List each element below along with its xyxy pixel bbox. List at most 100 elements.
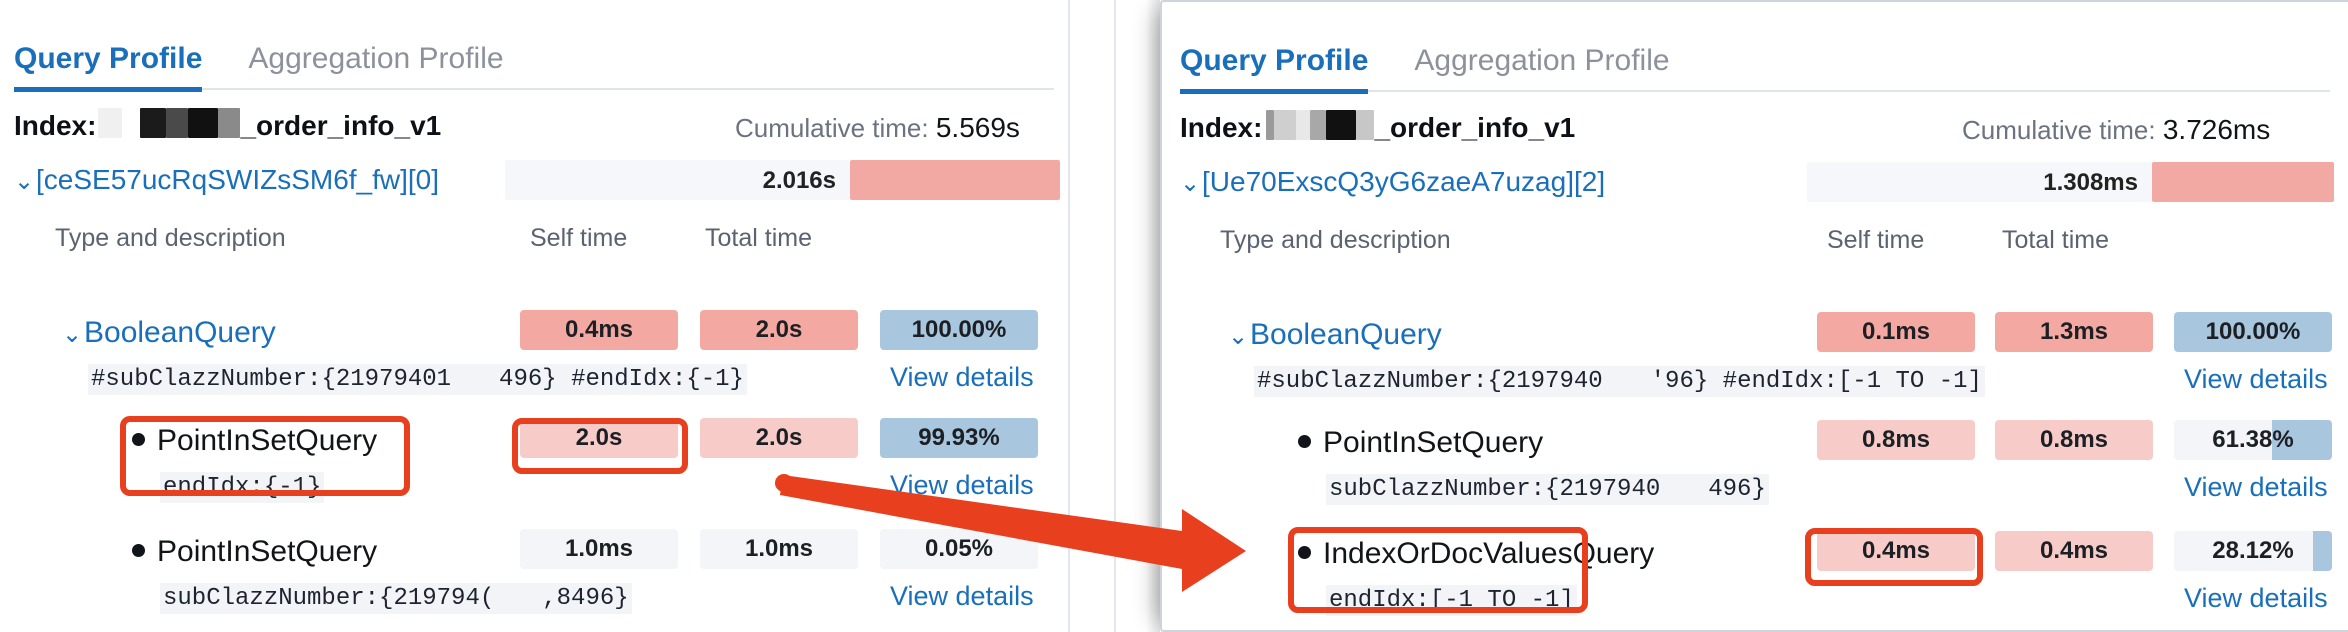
self-time-value: 0.1ms <box>1861 318 1931 345</box>
node-description-text: endIdx:{-1} <box>163 474 322 501</box>
redacted-block <box>1296 110 1311 140</box>
query-profile-panel-left: Query Profile Aggregation Profile Index:… <box>0 0 1070 632</box>
tab-aggregation-profile-right[interactable]: Aggregation Profile <box>1414 46 1669 92</box>
cumulative-time-label: Cumulative time: <box>735 113 929 143</box>
view-details-link-right-2[interactable]: View details <box>2184 583 2328 614</box>
total-time-value: 1.3ms <box>2039 318 2109 345</box>
shard-row-right: ⌄[Ue70ExscQ3yG6zaeA7uzag][2] 1.308ms <box>1162 158 2348 214</box>
redacted-block <box>1274 110 1297 140</box>
node-description-text: #subClazzNumber:{2197940 '96} #endIdx:[-… <box>1257 368 1982 395</box>
total-time-pill-right-2: 0.4ms <box>1995 531 2153 571</box>
percent-pill-left-2: 0.05% <box>880 529 1038 569</box>
total-time-value: 1.0ms <box>744 535 814 562</box>
panel-shadow <box>1146 0 1160 632</box>
column-header-self-right: Self time <box>1827 226 1925 254</box>
column-header-total-right: Total time <box>2002 226 2109 254</box>
cumulative-time-left: Cumulative time: 5.569s <box>735 112 1020 144</box>
view-details-link-left-1[interactable]: View details <box>890 470 1034 501</box>
panel-divider <box>1114 0 1116 632</box>
column-header-type-left: Type and description <box>55 224 286 252</box>
shard-row-left: ⌄[ceSE57ucRqSWIZsSM6f_fw][0] 2.016s <box>0 156 1068 212</box>
total-time-pill-left-0: 2.0s <box>700 310 858 350</box>
tab-bar-left: Query Profile Aggregation Profile <box>14 0 1054 92</box>
view-details-link-right-1[interactable]: View details <box>2184 472 2328 503</box>
view-details-link-right-0[interactable]: View details <box>2184 364 2328 395</box>
percent-pill-right-0: 100.00% <box>2174 312 2332 352</box>
node-description-text: #subClazzNumber:{21979401 496} #endIdx:{… <box>91 366 744 393</box>
index-label-text: Index: <box>1180 112 1263 143</box>
bullet-icon <box>132 433 145 446</box>
self-time-pill-left-2: 1.0ms <box>520 529 678 569</box>
index-name: _order_info_v1 <box>1374 112 1576 143</box>
node-description-text: endIdx:[-1 TO -1] <box>1329 587 1574 614</box>
self-time-value: 0.4ms <box>564 316 634 343</box>
total-time-pill-right-1: 0.8ms <box>1995 420 2153 460</box>
shard-time-value: 1.308ms <box>2043 169 2138 196</box>
node-label-pointinsetquery-right-1[interactable]: PointInSetQuery <box>1298 426 1543 460</box>
cumulative-time-label: Cumulative time: <box>1962 115 2156 145</box>
total-time-pill-right-0: 1.3ms <box>1995 312 2153 352</box>
percent-value: 100.00% <box>911 316 1007 343</box>
total-time-value: 2.0s <box>755 316 803 343</box>
node-description-pointinsetquery-left-1: endIdx:{-1} <box>160 472 325 503</box>
view-details-link-left-2[interactable]: View details <box>890 581 1034 612</box>
index-row-right: Index: _order_info_v1 Cumulative time: 3.… <box>1162 92 2348 158</box>
node-label-pointinsetquery-left-2[interactable]: PointInSetQuery <box>132 535 377 569</box>
total-time-value: 2.0s <box>755 424 803 451</box>
index-label-text: Index: <box>14 110 97 141</box>
percent-value: 99.93% <box>918 424 1000 451</box>
node-title-label: IndexOrDocValuesQuery <box>1323 537 1655 570</box>
total-time-pill-left-1: 2.0s <box>700 418 858 458</box>
self-time-value: 0.8ms <box>1861 426 1931 453</box>
shard-time-fill-right <box>2152 162 2334 202</box>
node-title-label: PointInSetQuery <box>1323 426 1544 459</box>
bullet-icon <box>1298 546 1311 559</box>
node-label-indexordocvaluesquery-right-2[interactable]: IndexOrDocValuesQuery <box>1298 537 1654 571</box>
self-time-pill-left-0: 0.4ms <box>520 310 678 350</box>
shard-time-bar-left: 2.016s <box>505 160 850 200</box>
shard-id-label: [ceSE57ucRqSWIZsSM6f_fw][0] <box>36 164 440 195</box>
node-title-label: BooleanQuery <box>84 316 276 349</box>
percent-value: 100.00% <box>2205 318 2301 345</box>
view-details-link-left-0[interactable]: View details <box>890 362 1034 393</box>
tab-label: Query Profile <box>14 42 203 75</box>
bullet-icon <box>132 544 145 557</box>
cumulative-time-value: 5.569s <box>935 112 1020 143</box>
node-toggle-booleanquery-right[interactable]: ⌄BooleanQuery <box>1228 318 1442 352</box>
node-description-booleanquery-right: #subClazzNumber:{2197940 '96} #endIdx:[-… <box>1254 366 1985 397</box>
redacted-block <box>188 108 219 138</box>
self-time-value: 0.4ms <box>1861 537 1931 564</box>
chevron-down-icon: ⌄ <box>62 321 83 348</box>
column-header-type-right: Type and description <box>1220 226 1451 254</box>
cumulative-time-right: Cumulative time: 3.726ms <box>1962 114 2270 146</box>
column-header-total-left: Total time <box>705 224 812 252</box>
shard-toggle-left[interactable]: ⌄[ceSE57ucRqSWIZsSM6f_fw][0] <box>14 164 439 196</box>
column-header-self-left: Self time <box>530 224 628 252</box>
redacted-block <box>1326 110 1357 140</box>
self-time-pill-left-1: 2.0s <box>520 418 678 458</box>
shard-toggle-right[interactable]: ⌄[Ue70ExscQ3yG6zaeA7uzag][2] <box>1180 166 1605 198</box>
total-time-value: 0.4ms <box>2039 537 2109 564</box>
node-description-booleanquery-left: #subClazzNumber:{21979401 496} #endIdx:{… <box>88 364 747 395</box>
redacted-block <box>166 108 189 138</box>
redacted-block <box>1356 110 1375 140</box>
node-label-pointinsetquery-left-1[interactable]: PointInSetQuery <box>132 424 377 458</box>
node-title-label: PointInSetQuery <box>157 424 378 457</box>
tab-query-profile-left[interactable]: Query Profile <box>14 42 203 92</box>
shard-time-value: 2.016s <box>762 167 836 194</box>
shard-id-label: [Ue70ExscQ3yG6zaeA7uzag][2] <box>1202 166 1606 197</box>
self-time-value: 2.0s <box>575 424 623 451</box>
node-title-label: BooleanQuery <box>1250 318 1442 351</box>
percent-pill-right-1: 61.38% <box>2174 420 2332 460</box>
self-time-pill-right-0: 0.1ms <box>1817 312 1975 352</box>
shard-time-bar-right: 1.308ms <box>1807 162 2152 202</box>
percent-pill-right-2: 28.12% <box>2174 531 2332 571</box>
node-description-pointinsetquery-right-1: subClazzNumber:{2197940 496} <box>1326 474 1769 505</box>
bullet-icon <box>1298 435 1311 448</box>
tab-query-profile-right[interactable]: Query Profile <box>1180 44 1369 94</box>
percent-pill-left-1: 99.93% <box>880 418 1038 458</box>
percent-pill-left-0: 100.00% <box>880 310 1038 350</box>
node-toggle-booleanquery-left[interactable]: ⌄BooleanQuery <box>62 316 276 350</box>
tab-label: Query Profile <box>1180 44 1369 77</box>
tab-aggregation-profile-left[interactable]: Aggregation Profile <box>248 44 503 90</box>
